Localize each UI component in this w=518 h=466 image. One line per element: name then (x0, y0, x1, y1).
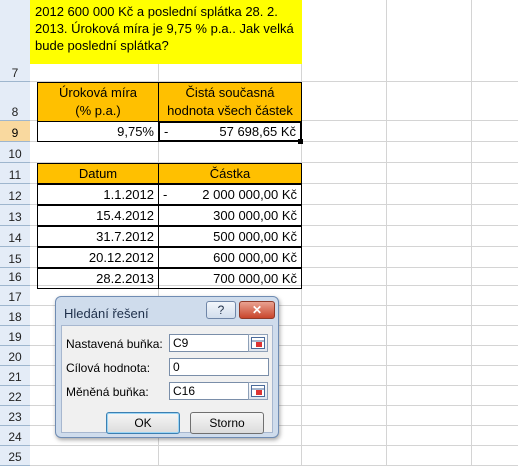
to-value-label: Cílová hodnota: (66, 361, 151, 375)
cancel-button[interactable]: Storno (190, 412, 264, 434)
payment-amount-cell[interactable]: 700 000,00 Kč (158, 268, 302, 289)
to-value-input[interactable]: 0 (169, 358, 269, 376)
column-gridline (471, 0, 472, 466)
payment-date-cell[interactable]: 28.2.2013 (37, 268, 159, 289)
amount-value: 700 000,00 Kč (213, 271, 297, 286)
row-header-7[interactable]: 7 (0, 0, 30, 82)
payment-date-cell[interactable]: 20.12.2012 (37, 247, 159, 268)
row-header-12[interactable]: 12 (0, 184, 30, 205)
task-text: 2012 600 000 Kč a poslední splátka 28. 2… (30, 0, 302, 64)
collapse-dialog-icon[interactable] (248, 382, 268, 400)
payment-amount-cell[interactable]: 300 000,00 Kč (158, 205, 302, 226)
rate-header-line1: Úroková míra (58, 85, 138, 100)
ok-button[interactable]: OK (106, 412, 180, 434)
row-header-8[interactable]: 8 (0, 82, 30, 121)
npv-header-line1: Čistá současná (185, 85, 275, 100)
amount-sign: - (163, 187, 168, 202)
set-cell-label: Nastavená buňka: (66, 337, 163, 351)
row-header-9[interactable]: 9 (0, 121, 30, 142)
date-header-cell[interactable]: Datum (37, 163, 159, 184)
npv-value-cell[interactable]: - 57 698,65 Kč (158, 121, 302, 142)
column-gridline (386, 0, 387, 466)
row-header-13[interactable]: 13 (0, 205, 30, 226)
payment-amount-cell[interactable]: 500 000,00 Kč (158, 226, 302, 247)
payment-date-cell[interactable]: 1.1.2012 (37, 184, 159, 205)
payment-date-cell[interactable]: 31.7.2012 (37, 226, 159, 247)
row-gridline (30, 445, 518, 446)
payment-amount-cell[interactable]: 600 000,00 Kč (158, 247, 302, 268)
spreadsheet-grid[interactable]: 7 8 9 10 11 12 13 14 15 16 17 18 19 20 21 22 23 24 25 2012… (0, 0, 518, 466)
npv-amount: 57 698,65 Kč (219, 124, 296, 139)
amount-value: 500 000,00 Kč (213, 229, 297, 244)
changing-cell-input[interactable]: C16 (169, 382, 249, 400)
collapse-dialog-icon[interactable] (248, 334, 268, 352)
rate-header-line2: (% p.a.) (75, 103, 121, 118)
row-header-25[interactable]: 25 (0, 446, 30, 466)
npv-header-cell[interactable]: Čistá současná hodnota všech částek (158, 82, 302, 122)
row-header-19[interactable]: 19 (0, 326, 30, 346)
amount-value: 300 000,00 Kč (213, 208, 297, 223)
dialog-title: Hledání řešení (64, 306, 149, 321)
row-header-17[interactable]: 17 (0, 286, 30, 306)
changing-cell-label: Měněná buňka: (66, 385, 149, 399)
row-header-23[interactable]: 23 (0, 406, 30, 426)
row-header-21[interactable]: 21 (0, 366, 30, 386)
rate-value-cell[interactable]: 9,75% (37, 121, 159, 142)
rate-header-cell[interactable]: Úroková míra (% p.a.) (37, 82, 159, 122)
row-header-22[interactable]: 22 (0, 386, 30, 406)
row-header-16[interactable]: 16 (0, 268, 30, 286)
row-header-18[interactable]: 18 (0, 306, 30, 326)
amount-value: 600 000,00 Kč (213, 250, 297, 265)
row-header-24[interactable]: 24 (0, 426, 30, 446)
goal-seek-dialog: Hledání řešení ? ✕ Nastavená buňka: C9 C… (55, 296, 279, 438)
row-header-20[interactable]: 20 (0, 346, 30, 366)
row-header-10[interactable]: 10 (0, 142, 30, 163)
row-header-15[interactable]: 15 (0, 247, 30, 268)
amount-value: 2 000 000,00 Kč (202, 187, 297, 202)
payment-date-cell[interactable]: 15.4.2012 (37, 205, 159, 226)
row-header-14[interactable]: 14 (0, 226, 30, 247)
row-header-11[interactable]: 11 (0, 163, 30, 184)
npv-header-line2: hodnota všech částek (167, 103, 293, 118)
amount-header-cell[interactable]: Částka (158, 163, 302, 184)
help-button[interactable]: ? (206, 301, 236, 319)
set-cell-input[interactable]: C9 (169, 334, 249, 352)
fill-handle[interactable] (298, 139, 303, 144)
npv-sign: - (164, 124, 169, 139)
payment-amount-cell[interactable]: - 2 000 000,00 Kč (158, 184, 302, 205)
close-button[interactable]: ✕ (239, 301, 275, 319)
